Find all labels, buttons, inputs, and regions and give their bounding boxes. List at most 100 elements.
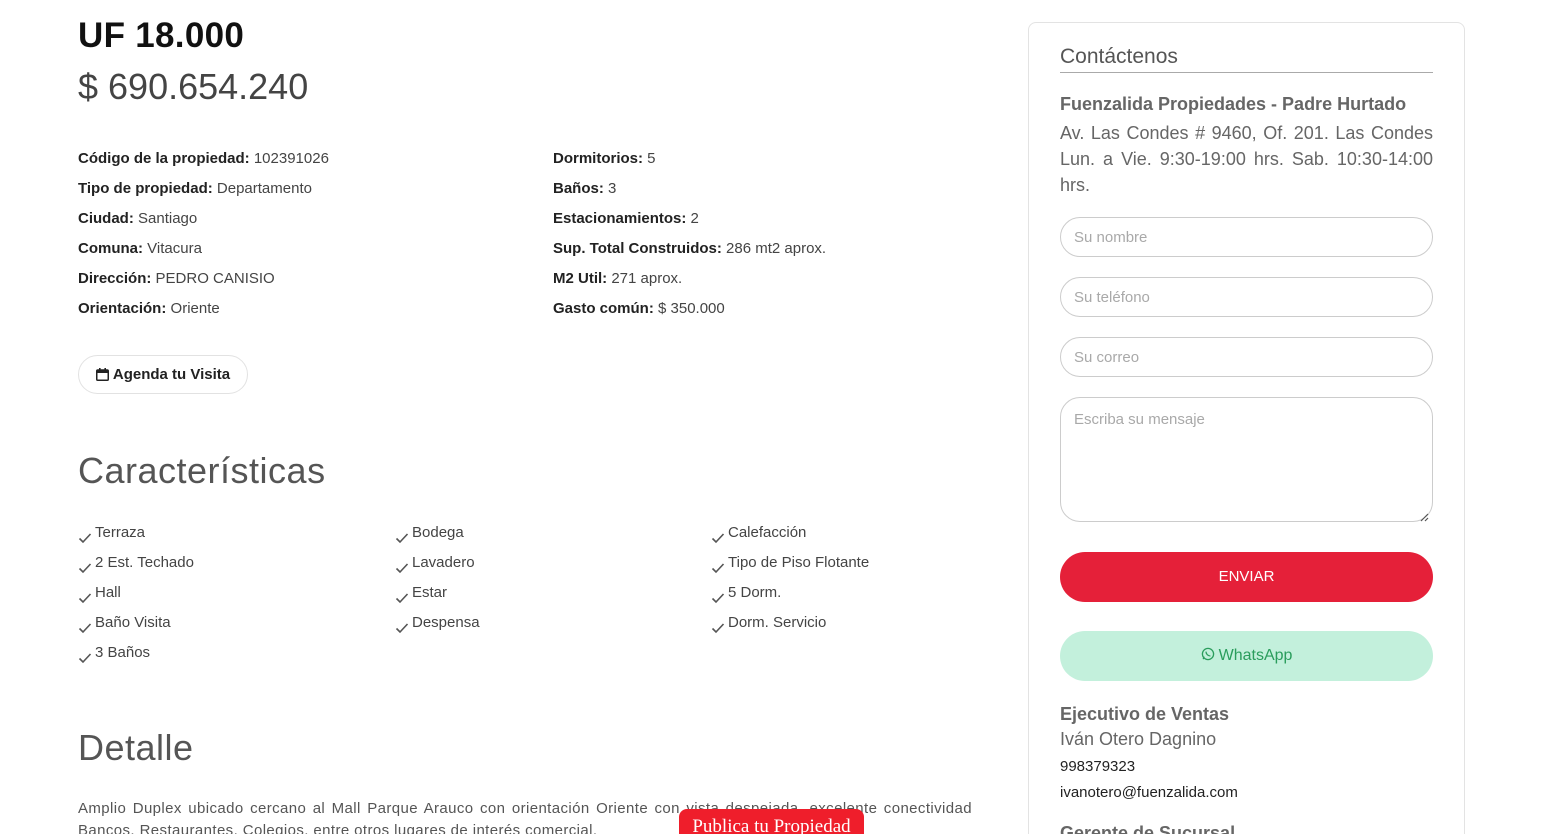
property-type-value: Departamento bbox=[216, 180, 312, 197]
common-expense-value: $ 350.000 bbox=[658, 300, 725, 317]
address-value: PEDRO CANISIO bbox=[155, 270, 275, 287]
check-icon bbox=[711, 616, 725, 634]
feature-label: Baño Visita bbox=[95, 614, 171, 631]
contact-divider bbox=[1060, 72, 1433, 73]
parking-value: 2 bbox=[690, 210, 699, 227]
check-icon bbox=[395, 556, 409, 574]
useful-area-label: M2 Util: bbox=[553, 270, 608, 287]
property-details-right: Dormitorios: 5 Baños: 3 Estacionamientos… bbox=[553, 144, 826, 324]
property-details-left: Código de la propiedad: 102391026 Tipo d… bbox=[78, 144, 329, 324]
bathrooms-row: Baños: 3 bbox=[553, 174, 826, 204]
useful-area-value: 271 aprox. bbox=[611, 270, 683, 287]
address-row: Dirección: PEDRO CANISIO bbox=[78, 264, 329, 294]
built-area-value: 286 mt2 aprox. bbox=[726, 240, 827, 257]
comuna-row: Comuna: Vitacura bbox=[78, 234, 329, 264]
property-type-row: Tipo de propiedad: Departamento bbox=[78, 174, 329, 204]
orientation-label: Orientación: bbox=[78, 300, 167, 317]
city-row: Ciudad: Santiago bbox=[78, 204, 329, 234]
feature-label: Estar bbox=[412, 584, 448, 601]
feature-label: 2 Est. Techado bbox=[95, 554, 194, 571]
feature-item: Dorm. Servicio bbox=[711, 608, 869, 638]
send-button[interactable]: ENVIAR bbox=[1060, 552, 1433, 602]
feature-item: Bodega bbox=[395, 518, 480, 548]
feature-label: 5 Dorm. bbox=[728, 584, 782, 601]
whatsapp-label: WhatsApp bbox=[1218, 647, 1293, 664]
email-input[interactable] bbox=[1060, 337, 1433, 377]
feature-item: Baño Visita bbox=[78, 608, 194, 638]
check-icon bbox=[395, 526, 409, 544]
bedrooms-label: Dormitorios: bbox=[553, 150, 643, 167]
built-area-label: Sup. Total Construidos: bbox=[553, 240, 722, 257]
schedule-visit-button[interactable]: Agenda tu Visita bbox=[78, 355, 248, 394]
check-icon bbox=[711, 586, 725, 604]
city-value: Santiago bbox=[138, 210, 198, 227]
city-label: Ciudad: bbox=[78, 210, 134, 227]
check-icon bbox=[395, 616, 409, 634]
property-code-label: Código de la propiedad: bbox=[78, 150, 250, 167]
orientation-value: Oriente bbox=[170, 300, 220, 317]
feature-label: 3 Baños bbox=[95, 644, 151, 661]
features-column-1: Terraza 2 Est. Techado Hall Baño Visita … bbox=[78, 518, 194, 668]
address-label: Dirección: bbox=[78, 270, 152, 287]
price-uf: UF 18.000 bbox=[78, 16, 245, 55]
bathrooms-label: Baños: bbox=[553, 180, 604, 197]
feature-label: Calefacción bbox=[728, 524, 807, 541]
check-icon bbox=[78, 586, 92, 604]
orientation-row: Orientación: Oriente bbox=[78, 294, 329, 324]
feature-label: Terraza bbox=[95, 524, 146, 541]
check-icon bbox=[711, 526, 725, 544]
check-icon bbox=[395, 586, 409, 604]
calendar-icon bbox=[95, 368, 109, 381]
property-type-label: Tipo de propiedad: bbox=[78, 180, 213, 197]
feature-item: Lavadero bbox=[395, 548, 480, 578]
feature-label: Lavadero bbox=[412, 554, 475, 571]
price-clp: $ 690.654.240 bbox=[78, 66, 309, 107]
resize-grip-icon[interactable] bbox=[1419, 509, 1429, 522]
property-code-value: 102391026 bbox=[253, 150, 329, 167]
parking-label: Estacionamientos: bbox=[553, 210, 687, 227]
features-column-3: Calefacción Tipo de Piso Flotante 5 Dorm… bbox=[711, 518, 869, 638]
contact-sidebar: Contáctenos Fuenzalida Propiedades - Pad… bbox=[1028, 22, 1465, 834]
phone-input[interactable] bbox=[1060, 277, 1433, 317]
message-textarea[interactable] bbox=[1060, 397, 1433, 522]
feature-label: Hall bbox=[95, 584, 121, 601]
detail-title: Detalle bbox=[78, 727, 194, 768]
feature-item: 2 Est. Techado bbox=[78, 548, 194, 578]
feature-label: Dorm. Servicio bbox=[728, 614, 827, 631]
office-address: Av. Las Condes # 9460, Of. 201. Las Cond… bbox=[1060, 123, 1433, 195]
publish-property-button[interactable]: Publica tu Propiedad bbox=[679, 809, 864, 834]
feature-item: Tipo de Piso Flotante bbox=[711, 548, 869, 578]
property-code-row: Código de la propiedad: 102391026 bbox=[78, 144, 329, 174]
check-icon bbox=[78, 646, 92, 664]
feature-item: 5 Dorm. bbox=[711, 578, 869, 608]
sales-exec-title: Ejecutivo de Ventas bbox=[1060, 704, 1230, 724]
branch-manager-title: Gerente de Sucursal bbox=[1060, 823, 1236, 834]
features-title: Características bbox=[78, 450, 326, 491]
feature-label: Despensa bbox=[412, 614, 480, 631]
name-input[interactable] bbox=[1060, 217, 1433, 257]
common-expense-label: Gasto común: bbox=[553, 300, 654, 317]
whatsapp-button[interactable]: WhatsApp bbox=[1060, 631, 1433, 681]
schedule-visit-label: Agenda tu Visita bbox=[112, 366, 231, 383]
sales-exec-name: Iván Otero Dagnino bbox=[1060, 729, 1217, 749]
bedrooms-value: 5 bbox=[647, 150, 656, 167]
bedrooms-row: Dormitorios: 5 bbox=[553, 144, 826, 174]
sales-exec-phone[interactable]: 998379323 bbox=[1060, 758, 1135, 775]
built-area-row: Sup. Total Construidos: 286 mt2 aprox. bbox=[553, 234, 826, 264]
contact-title: Contáctenos bbox=[1060, 45, 1178, 68]
check-icon bbox=[78, 556, 92, 574]
common-expense-row: Gasto común: $ 350.000 bbox=[553, 294, 826, 324]
feature-item: Despensa bbox=[395, 608, 480, 638]
office-name: Fuenzalida Propiedades - Padre Hurtado bbox=[1060, 94, 1407, 114]
bathrooms-value: 3 bbox=[608, 180, 617, 197]
feature-label: Tipo de Piso Flotante bbox=[728, 554, 870, 571]
comuna-label: Comuna: bbox=[78, 240, 143, 257]
sales-exec-email[interactable]: ivanotero@fuenzalida.com bbox=[1060, 784, 1238, 801]
parking-row: Estacionamientos: 2 bbox=[553, 204, 826, 234]
check-icon bbox=[711, 556, 725, 574]
feature-item: Terraza bbox=[78, 518, 194, 548]
feature-label: Bodega bbox=[412, 524, 464, 541]
check-icon bbox=[78, 616, 92, 634]
feature-item: Estar bbox=[395, 578, 480, 608]
feature-item: 3 Baños bbox=[78, 638, 194, 668]
